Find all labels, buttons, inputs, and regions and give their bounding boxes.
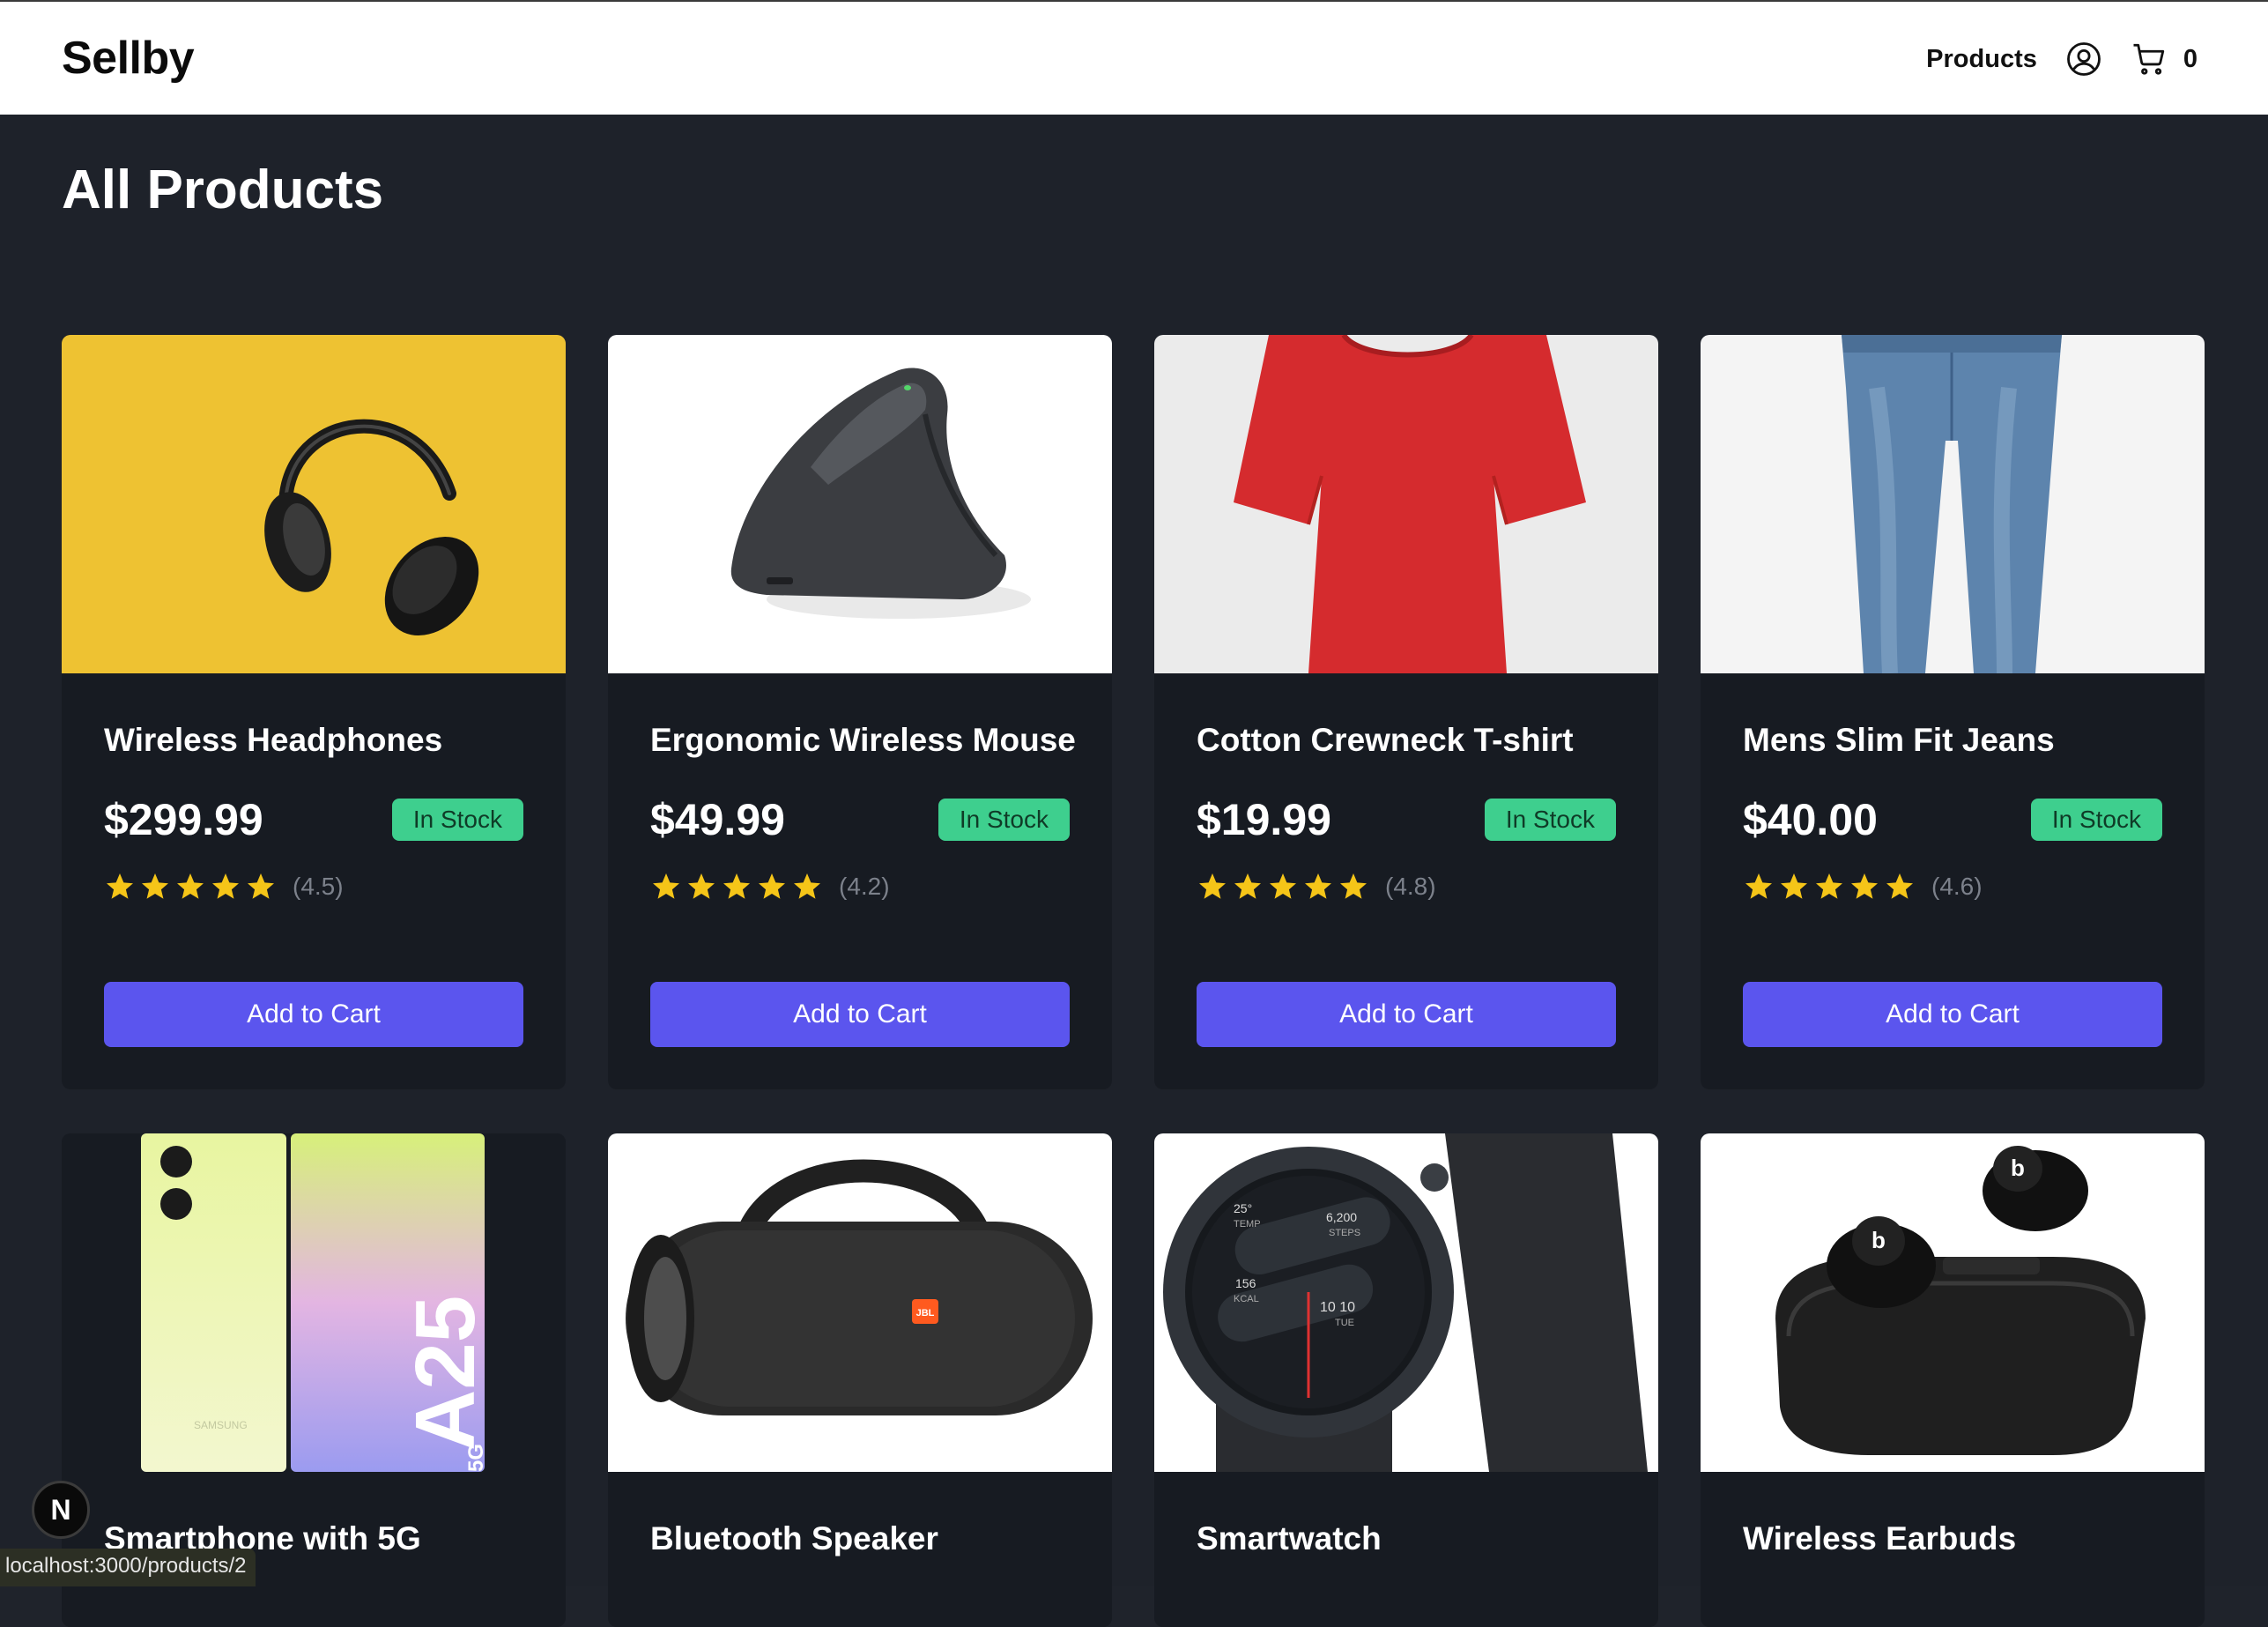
star-icon (212, 873, 239, 899)
rating-value: (4.5) (293, 873, 344, 900)
cart-count: 0 (2183, 44, 2198, 73)
product-image-tshirt[interactable] (1154, 335, 1658, 673)
product-grid: Wireless Headphones $299.99 In Stock (4.… (62, 335, 2206, 1627)
product-card[interactable]: b b Wireless Earbuds (1701, 1133, 2205, 1627)
watch-day: TUE (1335, 1318, 1354, 1328)
nav-actions: Products 0 (1926, 37, 2198, 81)
add-to-cart-button[interactable]: Add to Cart (1197, 982, 1616, 1047)
star-icon (1199, 873, 1226, 899)
add-to-cart-button[interactable]: Add to Cart (650, 982, 1070, 1047)
rating-row: (4.5) (104, 869, 523, 904)
star-icon (107, 873, 133, 899)
watch-kcal: 156 (1235, 1276, 1256, 1290)
top-navbar: Sellby Products 0 (0, 0, 2268, 115)
rating-row: (4.8) (1197, 869, 1616, 904)
star-rating (1197, 871, 1369, 903)
cart-button[interactable]: 0 (2131, 41, 2198, 78)
product-name[interactable]: Mens Slim Fit Jeans (1743, 721, 2162, 760)
stock-badge: In Stock (2030, 799, 2162, 841)
watch-date: 10 10 (1320, 1300, 1355, 1315)
watch-temp: 25° (1234, 1201, 1252, 1215)
product-image-mouse[interactable] (608, 335, 1112, 673)
star-icon (723, 873, 750, 899)
star-icon (1234, 873, 1261, 899)
product-name[interactable]: Wireless Headphones (104, 721, 523, 760)
star-rating (650, 871, 823, 903)
stock-badge: In Stock (1484, 799, 1616, 841)
rating-value: (4.2) (839, 873, 890, 900)
brand-logo[interactable]: Sellby (62, 32, 195, 85)
product-name[interactable]: Bluetooth Speaker (650, 1519, 1070, 1558)
star-icon (1886, 873, 1913, 899)
product-image-smartwatch[interactable]: 25° TEMP 6,200 STEPS 156 KCAL 10 10 TUE (1154, 1133, 1658, 1472)
product-card[interactable]: Wireless Headphones $299.99 In Stock (4.… (62, 335, 566, 1089)
watch-steps-label: STEPS (1329, 1228, 1360, 1238)
shopping-cart-icon (2133, 43, 2165, 75)
product-price: $19.99 (1197, 795, 1331, 844)
product-image-smartphone[interactable]: SAMSUNG A25 5G (62, 1133, 566, 1472)
star-icon (248, 873, 274, 899)
star-icon (1851, 873, 1878, 899)
svg-text:b: b (1871, 1227, 1886, 1253)
star-icon (142, 873, 168, 899)
phone-model-text: A25 (398, 1296, 493, 1451)
stock-badge: In Stock (391, 799, 523, 841)
star-icon (1340, 873, 1367, 899)
page-title: All Products (62, 160, 384, 220)
star-icon (177, 873, 204, 899)
user-circle-icon[interactable] (2065, 41, 2102, 78)
product-card[interactable]: Ergonomic Wireless Mouse $49.99 In Stock… (608, 335, 1112, 1089)
product-name[interactable]: Smartwatch (1197, 1519, 1616, 1558)
phone-brand-text: SAMSUNG (194, 1419, 248, 1431)
rating-row: (4.2) (650, 869, 1070, 904)
star-icon (794, 873, 820, 899)
product-price: $299.99 (104, 795, 263, 844)
rating-row: (4.6) (1743, 869, 2162, 904)
star-icon (653, 873, 679, 899)
watch-kcal-label: KCAL (1234, 1294, 1259, 1304)
star-icon (1745, 873, 1772, 899)
product-card[interactable]: Cotton Crewneck T-shirt $19.99 In Stock … (1154, 335, 1658, 1089)
product-image-headphones[interactable] (62, 335, 566, 673)
watch-temp-label: TEMP (1234, 1219, 1261, 1230)
star-icon (1305, 873, 1331, 899)
product-image-jeans[interactable] (1701, 335, 2205, 673)
add-to-cart-button[interactable]: Add to Cart (1743, 982, 2162, 1047)
star-rating (104, 871, 277, 903)
product-card[interactable]: 25° TEMP 6,200 STEPS 156 KCAL 10 10 TUE … (1154, 1133, 1658, 1627)
nav-products-link[interactable]: Products (1926, 45, 2037, 74)
rating-value: (4.8) (1385, 873, 1436, 900)
star-rating (1743, 871, 1916, 903)
star-icon (688, 873, 715, 899)
star-icon (1270, 873, 1296, 899)
product-card[interactable]: Mens Slim Fit Jeans $40.00 In Stock (4.6… (1701, 335, 2205, 1089)
watch-steps: 6,200 (1326, 1210, 1357, 1224)
star-icon (1816, 873, 1842, 899)
product-price: $40.00 (1743, 795, 1878, 844)
add-to-cart-button[interactable]: Add to Cart (104, 982, 523, 1047)
product-image-earbuds[interactable]: b b (1701, 1133, 2205, 1472)
product-name[interactable]: Cotton Crewneck T-shirt (1197, 721, 1616, 760)
stock-badge: In Stock (938, 799, 1070, 841)
star-icon (1781, 873, 1807, 899)
star-icon (759, 873, 785, 899)
product-name[interactable]: Ergonomic Wireless Mouse (650, 721, 1076, 760)
main-content: All Products Wireless Headphones $299.99… (0, 115, 2268, 1627)
product-price: $49.99 (650, 795, 785, 844)
rating-value: (4.6) (1931, 873, 1983, 900)
product-image-speaker[interactable]: JBL (608, 1133, 1112, 1472)
product-name[interactable]: Wireless Earbuds (1743, 1519, 2162, 1558)
product-card[interactable]: JBL Bluetooth Speaker (608, 1133, 1112, 1627)
svg-text:b: b (2011, 1155, 2025, 1181)
next-dev-indicator[interactable]: N (32, 1481, 90, 1539)
link-status-bar: localhost:3000/products/2 (0, 1549, 256, 1586)
speaker-brand-text: JBL (916, 1308, 935, 1319)
phone-5g-text: 5G (464, 1444, 488, 1472)
